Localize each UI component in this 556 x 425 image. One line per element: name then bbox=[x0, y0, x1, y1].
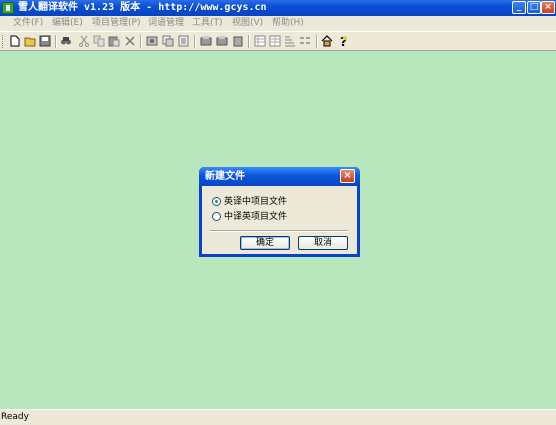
menu-project[interactable]: 项目管理(P) bbox=[92, 18, 140, 29]
tool-a-icon[interactable] bbox=[146, 35, 158, 47]
cut-icon[interactable] bbox=[78, 35, 90, 47]
tool-c-icon[interactable] bbox=[178, 35, 190, 47]
grid-a-icon[interactable] bbox=[254, 35, 266, 47]
toolbar-separator bbox=[194, 35, 196, 48]
menu-edit[interactable]: 编辑(E) bbox=[52, 18, 83, 29]
app-icon bbox=[2, 2, 14, 14]
find-icon[interactable] bbox=[60, 35, 72, 47]
tool-e-icon[interactable] bbox=[216, 35, 228, 47]
option-label[interactable]: 英译中项目文件 bbox=[224, 196, 287, 208]
help-icon[interactable]: ? bbox=[337, 35, 349, 47]
status-text: Ready bbox=[1, 412, 29, 422]
status-bar: Ready bbox=[0, 409, 556, 425]
new-file-dialog: 新建文件 × 英译中项目文件 中译英项目文件 确定 取消 bbox=[199, 167, 360, 257]
save-icon[interactable] bbox=[39, 35, 51, 47]
window-title: 雪人翻译软件 v1.23 版本 - http://www.gcys.cn bbox=[18, 2, 267, 13]
toolbar-separator bbox=[140, 35, 142, 48]
toolbar: ? bbox=[0, 31, 556, 51]
toolbar-grip[interactable] bbox=[2, 35, 6, 48]
home-icon[interactable] bbox=[321, 35, 333, 47]
radio-button[interactable] bbox=[212, 212, 221, 221]
dialog-title-bar[interactable]: 新建文件 × bbox=[199, 167, 360, 186]
toolbar-separator bbox=[316, 35, 318, 48]
tool-d-icon[interactable] bbox=[200, 35, 212, 47]
menu-file[interactable]: 文件(F) bbox=[13, 18, 43, 29]
toolbar-separator bbox=[55, 35, 57, 48]
new-file-icon[interactable] bbox=[9, 35, 21, 47]
close-button[interactable]: × bbox=[541, 1, 555, 14]
grid-c-icon[interactable] bbox=[284, 35, 296, 47]
menu-terms[interactable]: 词语管理 bbox=[148, 18, 184, 29]
option-label[interactable]: 中译英项目文件 bbox=[224, 211, 287, 223]
tool-b-icon[interactable] bbox=[162, 35, 174, 47]
delete-icon[interactable] bbox=[124, 35, 136, 47]
open-folder-icon[interactable] bbox=[24, 35, 36, 47]
toolbar-separator bbox=[248, 35, 250, 48]
grid-b-icon[interactable] bbox=[269, 35, 281, 47]
menu-bar: 文件(F) 编辑(E) 项目管理(P) 词语管理 工具(T) 视图(V) 帮助(… bbox=[0, 16, 556, 31]
cancel-button[interactable]: 取消 bbox=[298, 236, 348, 250]
copy-icon[interactable] bbox=[93, 35, 105, 47]
maximize-button[interactable]: □ bbox=[527, 1, 541, 14]
menu-help[interactable]: 帮助(H) bbox=[272, 18, 304, 29]
paste-icon[interactable] bbox=[108, 35, 120, 47]
dialog-body: 英译中项目文件 中译英项目文件 确定 取消 bbox=[202, 186, 357, 254]
dialog-close-button[interactable]: × bbox=[340, 169, 355, 183]
menu-tools[interactable]: 工具(T) bbox=[192, 18, 223, 29]
ok-button[interactable]: 确定 bbox=[240, 236, 290, 250]
grid-d-icon[interactable] bbox=[299, 35, 311, 47]
dialog-title: 新建文件 bbox=[205, 171, 245, 182]
tool-f-icon[interactable] bbox=[232, 35, 244, 47]
title-bar: 雪人翻译软件 v1.23 版本 - http://www.gcys.cn _ □… bbox=[0, 0, 556, 16]
minimize-button[interactable]: _ bbox=[512, 1, 526, 14]
menu-view[interactable]: 视图(V) bbox=[232, 18, 263, 29]
dialog-divider bbox=[210, 230, 348, 232]
radio-button[interactable] bbox=[212, 197, 221, 206]
